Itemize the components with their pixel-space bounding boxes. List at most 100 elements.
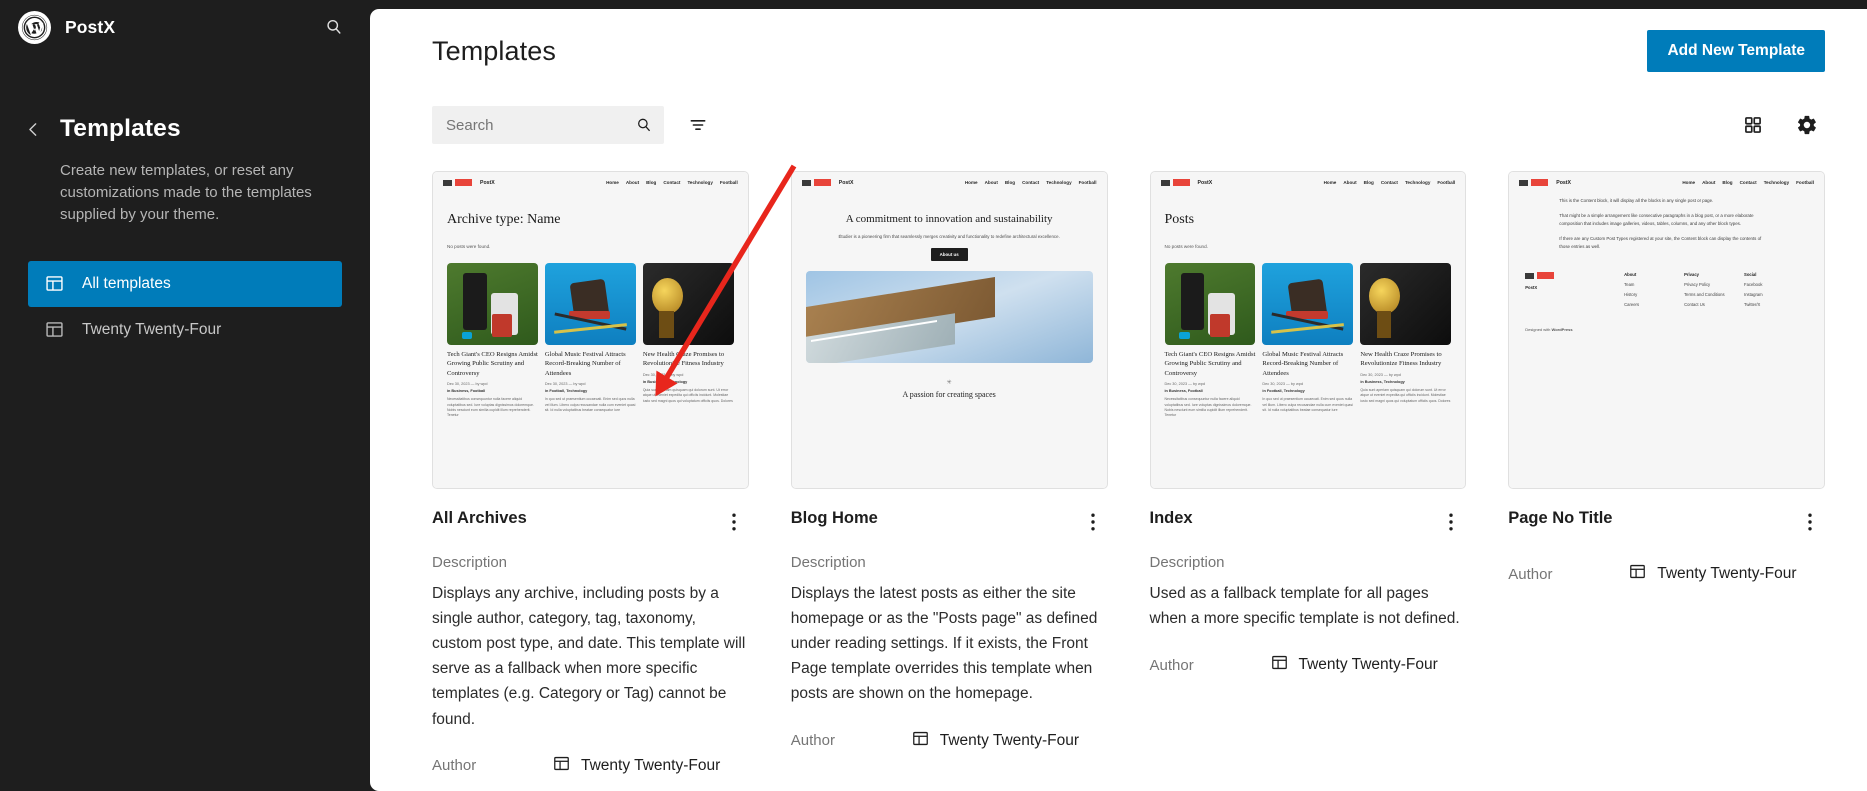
preview-brand: PostX [1556,179,1571,186]
preview-menu-item: Technology [1404,180,1431,185]
preview-post-body: Necessitatibus consequuntur nulla facere… [447,397,534,418]
postx-logo-icon [1525,272,1624,280]
preview-menu-item: Technology [1046,180,1072,185]
page-title: Templates [432,35,556,66]
preview-menu-item: About [984,180,998,185]
preview-post-title: Global Music Festival Attracts Record-Br… [544,351,626,377]
preview-hero-subtitle: Étudier is a pioneering firm that seamle… [838,233,1060,239]
preview-post-meta: Dec 30, 2023 — by wpd [1360,372,1401,377]
template-preview-thumbnail[interactable]: PostX Home About Blog Contact Technology… [1149,171,1467,489]
postx-logo-icon [1160,179,1190,186]
sidebar-item-all-templates[interactable]: All templates [28,261,342,308]
preview-menu: Home About Blog Contact Technology Footb… [606,180,738,185]
author-name: Twenty Twenty-Four [939,731,1080,749]
preview-footer-link: Terms and Conditions [1684,292,1725,298]
postx-logo-icon [1519,179,1549,186]
more-options-icon[interactable] [1795,508,1825,536]
preview-footer-col: Social Facebook Instagram Twitter/X [1744,272,1800,307]
sidebar-title: Templates [60,115,181,142]
preview-post-body: In quo sed ut praesentium occaecati. Eni… [544,397,636,412]
preview-footer-col: About Team History Careers [1624,272,1680,307]
card-header: Index [1150,508,1467,536]
filter-icon[interactable] [680,107,716,143]
preview-menu-item: Home [1323,180,1337,185]
preview-post-body: Quia sunt aperiam quisquam qui dolorum s… [642,387,733,403]
preview-post-meta: Dec 30, 2023 — by wpd [642,372,684,377]
search-field[interactable] [432,106,664,144]
preview-post-image [1360,263,1452,345]
preview-menu-item: About [1702,180,1716,185]
toolbar [370,93,1867,157]
template-icon [552,754,571,778]
templates-grid: PostX Home About Blog Contact Technology… [370,157,1867,778]
preview-divider-icon: ✳ [946,380,952,387]
preview-footer-heading: Social [1744,272,1757,278]
template-preview-thumbnail[interactable]: PostX Home About Blog Contact Technology… [1508,171,1825,489]
back-chevron-icon[interactable] [18,114,48,144]
author-label: Author [1149,656,1194,674]
gear-icon[interactable] [1789,107,1825,143]
template-description: Displays the latest posts as either the … [790,585,1098,703]
preview-paragraph: That might be a simple arrangement like … [1559,213,1754,226]
sidebar-nav: All templates Twenty Twenty-Four [0,261,370,353]
preview-menu-item: Football [1796,180,1814,185]
add-new-template-button[interactable]: Add New Template [1647,30,1825,72]
preview-post-image [1164,263,1256,345]
preview-menu-item: Home [606,180,619,185]
preview-post-image [447,263,538,345]
preview-brand: PostX [480,179,495,186]
preview-post-body: Necessitatibus consequuntur nulla facere… [1164,397,1252,418]
sidebar-item-twenty-twenty-four[interactable]: Twenty Twenty-Four [28,307,342,353]
template-preview-thumbnail[interactable]: PostX Home About Blog Contact Technology… [790,171,1108,489]
preview-post-cats: in Business, Football [447,389,486,394]
more-options-icon[interactable] [1078,508,1108,536]
preview-menu-item: Home [1682,180,1696,185]
author-label: Author [1508,565,1553,583]
wordpress-logo-icon[interactable] [18,10,51,44]
preview-nav: PostX Home About Blog Contact Technology… [1509,172,1824,186]
template-title[interactable]: Blog Home [791,508,1078,529]
author-name: Twenty Twenty-Four [1657,565,1797,582]
sidebar-header: PostX [0,0,370,54]
template-description: Displays any archive, including posts by… [432,585,746,728]
preview-menu-item: About [625,180,640,185]
preview-post-meta: Dec 30, 2023 — by wpd [447,382,488,387]
search-icon[interactable] [635,116,653,134]
preview-footer-link: Privacy Policy [1684,282,1711,288]
template-preview-thumbnail[interactable]: PostX Home About Blog Contact Technology… [432,171,749,489]
preview-menu-item: Football [1078,180,1097,185]
search-input[interactable] [432,106,664,144]
author-value: Twenty Twenty-Four [552,754,720,778]
preview-post-title: New Health Craze Promises to Revolutioni… [642,351,725,368]
preview-post: Global Music Festival Attracts Record-Br… [544,263,636,419]
template-title[interactable]: All Archives [432,508,719,529]
template-title[interactable]: Page No Title [1508,508,1795,529]
main-header: Templates Add New Template [370,9,1867,93]
preview-post-body: Quia sunt aperiam quisquam qui dolorum s… [1360,387,1451,403]
preview-site-archives: PostX Home About Blog Contact Technology… [433,172,748,488]
preview-footer-link: Facebook [1744,282,1763,288]
preview-footer-heading: Privacy [1684,272,1699,278]
preview-post: Global Music Festival Attracts Record-Br… [1262,263,1354,419]
postx-logo-icon [443,179,472,186]
preview-post-cats: in Football, Technology [544,389,588,394]
more-options-icon[interactable] [719,508,749,536]
preview-post-title: Global Music Festival Attracts Record-Br… [1262,351,1344,377]
preview-menu: Home About Blog Contact Technology Footb… [965,180,1097,185]
preview-menu-item: Contact [1022,180,1040,185]
description-label: Description [432,554,508,571]
more-options-icon[interactable] [1436,508,1466,536]
template-card: PostX Home About Blog Contact Technology… [1149,171,1467,778]
preview-post-image [544,263,636,345]
sidebar-search-button[interactable] [318,11,350,43]
preview-post-cats: in Business, Football [1164,389,1203,394]
preview-post: New Health Craze Promises to Revolutioni… [642,263,734,419]
preview-post-cats: in Business, Technology [642,379,688,384]
preview-menu-item: Blog [1722,180,1733,185]
template-title[interactable]: Index [1150,508,1437,529]
grid-view-icon[interactable] [1735,107,1771,143]
author-label: Author [432,757,477,775]
card-header: All Archives [432,508,749,536]
preview-menu-item: Contact [663,180,681,185]
template-icon [1270,653,1289,677]
